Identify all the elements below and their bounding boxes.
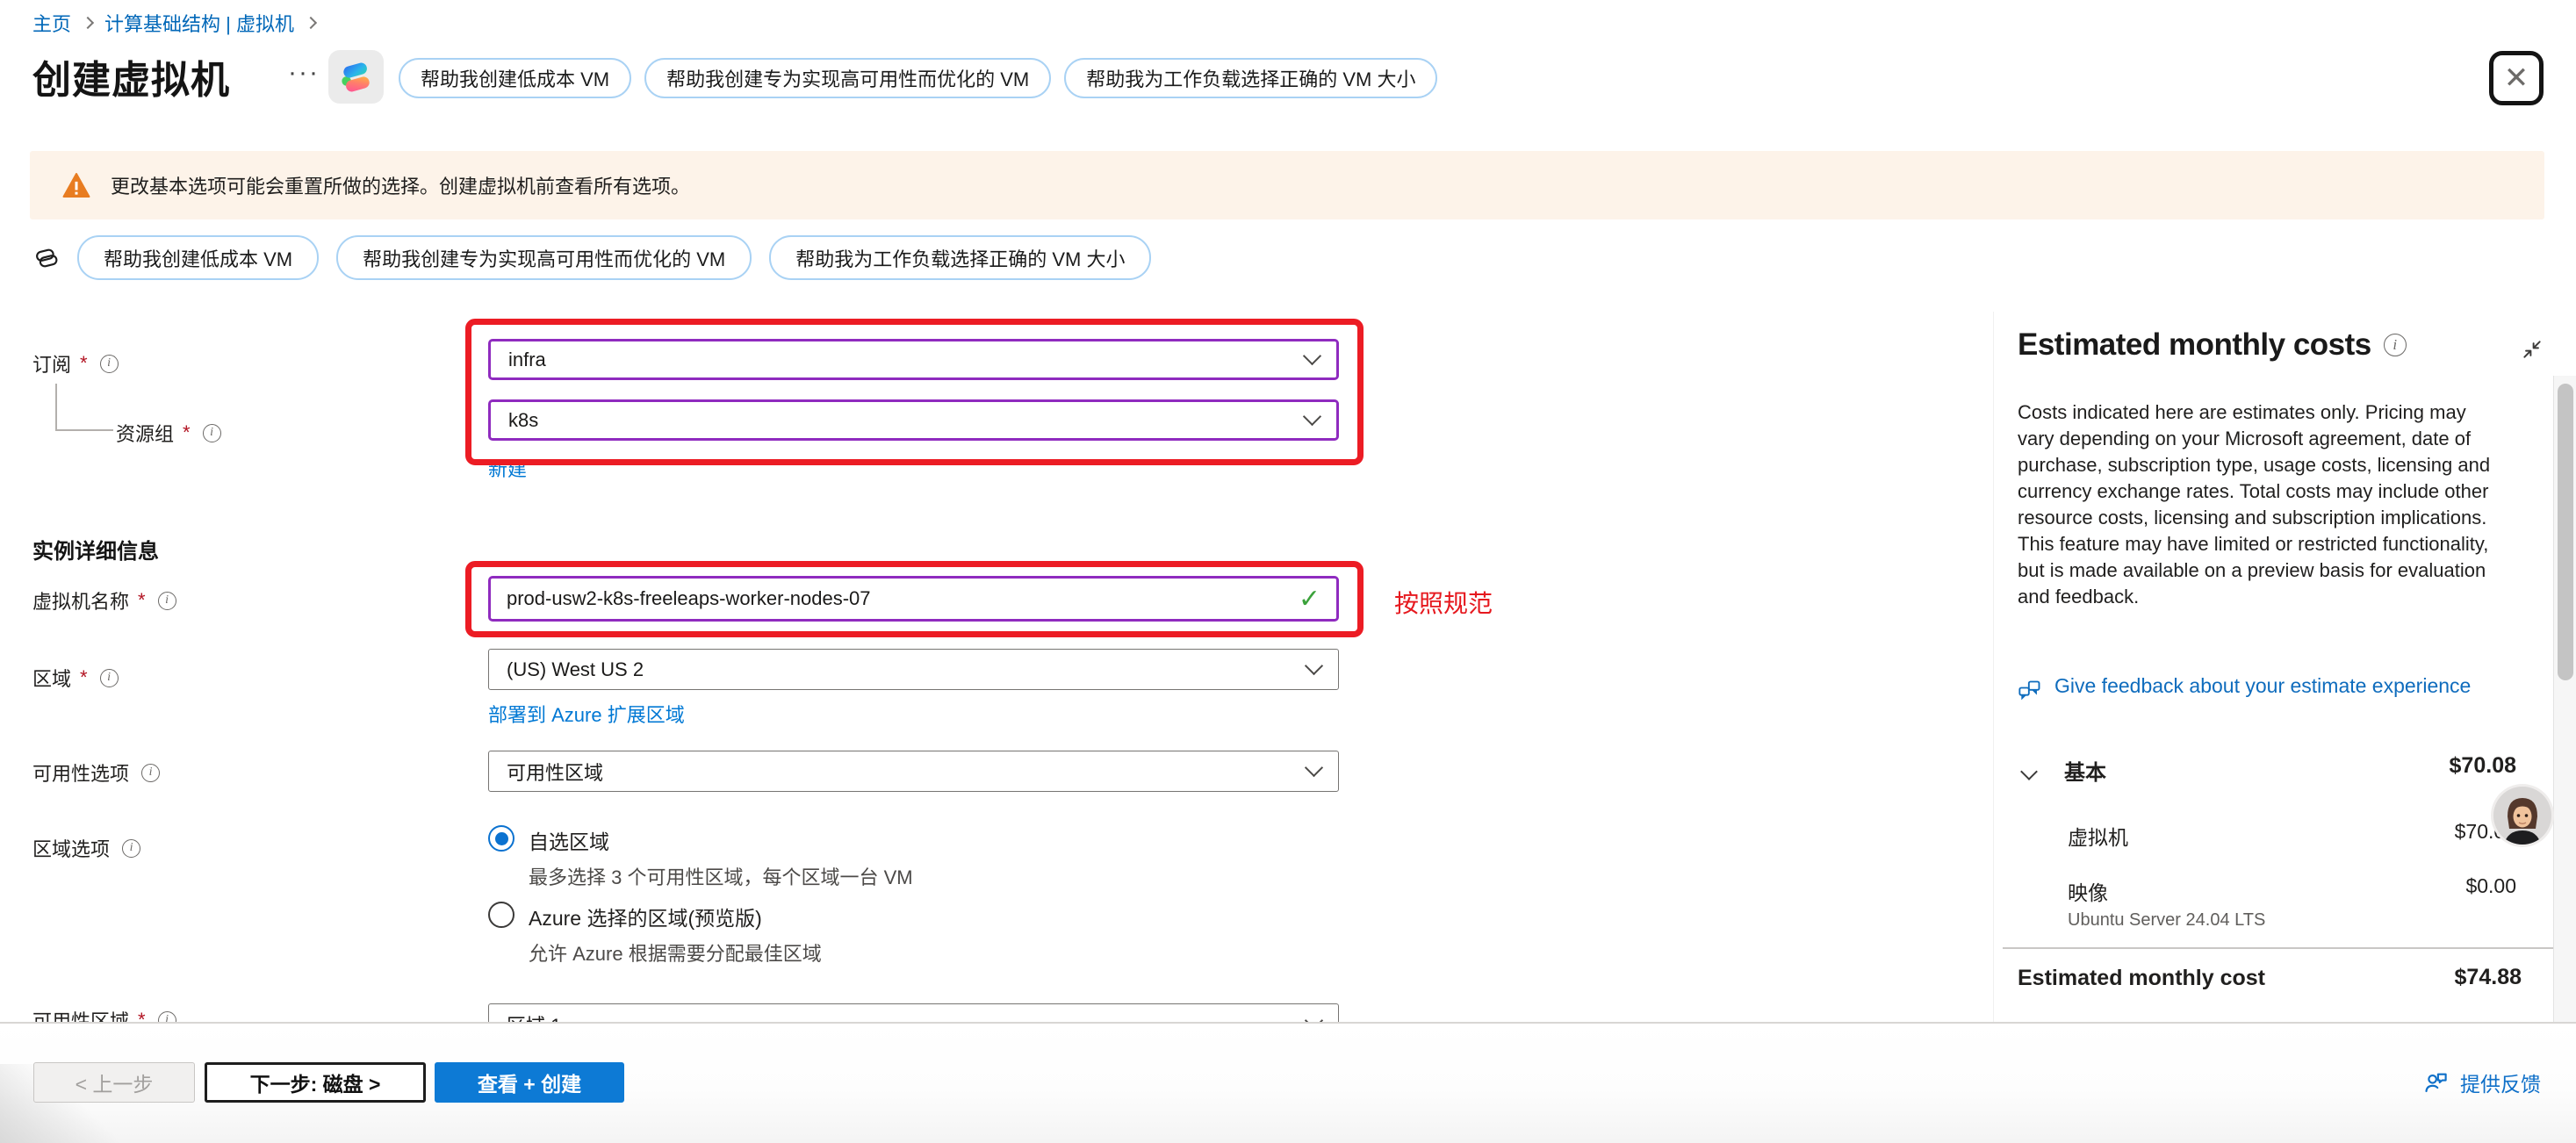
breadcrumb: 主页 计算基础结构 | 虚拟机 — [32, 9, 317, 37]
tree-connector — [55, 384, 57, 430]
radio-label[interactable]: Azure 选择的区域(预览版) — [529, 902, 822, 931]
region-dropdown[interactable]: (US) West US 2 — [488, 649, 1339, 690]
chevron-down-icon — [1303, 407, 1321, 426]
radio-unselected-icon[interactable] — [488, 902, 514, 928]
instance-details-heading: 实例详细信息 — [32, 534, 159, 564]
radio-selected-icon[interactable] — [488, 825, 514, 852]
copilot-button[interactable] — [328, 50, 384, 104]
info-icon[interactable]: i — [122, 839, 140, 858]
cost-item-value: $0.00 — [2465, 874, 2516, 898]
next-step-disks-button[interactable]: 下一步: 磁盘 > — [205, 1062, 426, 1103]
self-selected-zone-option: 自选区域 最多选择 3 个可用性区域，每个区域一台 VM — [488, 825, 913, 890]
total-cost-label: Estimated monthly cost — [2018, 966, 2265, 991]
chevron-right-icon — [305, 17, 317, 29]
copilot-suggestion-row: 帮助我创建低成本 VM 帮助我创建专为实现高可用性而优化的 VM 帮助我为工作负… — [33, 235, 1151, 280]
cost-item-label: 虚拟机 — [2068, 821, 2128, 851]
chevron-down-icon — [1303, 347, 1321, 365]
resource-group-dropdown[interactable]: k8s — [488, 399, 1339, 441]
total-cost-value: $74.88 — [2455, 965, 2522, 990]
chevron-right-icon — [82, 17, 94, 29]
collapse-panel-icon[interactable] — [2521, 338, 2544, 361]
assistant-avatar[interactable] — [2493, 787, 2551, 845]
chevron-down-icon — [1305, 758, 1323, 777]
suggestion-low-cost-button[interactable]: 帮助我创建低成本 VM — [77, 235, 319, 280]
azure-selected-zone-option: Azure 选择的区域(预览版) 允许 Azure 根据需要分配最佳区域 — [488, 902, 822, 967]
radio-description: 允许 Azure 根据需要分配最佳区域 — [529, 938, 822, 967]
footer-bar: < 上一步 下一步: 磁盘 > 查看 + 创建 提供反馈 — [0, 1022, 2576, 1143]
create-new-resource-group-link[interactable]: 新建 — [488, 454, 527, 482]
scrollbar-thumb[interactable] — [2558, 384, 2573, 680]
chevron-down-icon[interactable] — [2020, 763, 2038, 780]
suggestion-high-availability-button[interactable]: 帮助我创建专为实现高可用性而优化的 VM — [644, 58, 1051, 98]
cost-group-value: $70.08 — [2450, 753, 2516, 779]
warning-text: 更改基本选项可能会重置所做的选择。创建虚拟机前查看所有选项。 — [111, 171, 690, 199]
create-vm-page: 主页 计算基础结构 | 虚拟机 创建虚拟机 ··· — [0, 0, 2576, 1143]
info-icon[interactable]: i — [100, 669, 119, 687]
availability-options-label: 可用性选项 i — [32, 758, 160, 787]
resource-group-label: 资源组* i — [116, 419, 221, 447]
info-icon[interactable]: i — [141, 764, 160, 782]
scrollbar-track[interactable] — [2553, 376, 2576, 1022]
suggestion-high-availability-button[interactable]: 帮助我创建专为实现高可用性而优化的 VM — [336, 235, 752, 280]
extended-zones-link[interactable]: 部署到 Azure 扩展区域 — [488, 700, 685, 728]
person-feedback-icon — [2423, 1069, 2450, 1096]
warning-icon — [61, 172, 91, 198]
vm-name-input[interactable]: prod-usw2-k8s-freeleaps-worker-nodes-07 … — [488, 576, 1339, 622]
zone-options-label: 区域选项 i — [32, 834, 140, 862]
suggestion-vm-size-button[interactable]: 帮助我为工作负载选择正确的 VM 大小 — [1064, 58, 1437, 98]
suggestion-low-cost-button[interactable]: 帮助我创建低成本 VM — [399, 58, 631, 98]
page-title: 创建虚拟机 — [32, 48, 230, 104]
cost-panel-title: Estimated monthly costs — [2018, 327, 2371, 363]
subscription-dropdown[interactable]: infra — [488, 339, 1339, 380]
cost-item-label: 映像 — [2068, 876, 2108, 906]
radio-description: 最多选择 3 个可用性区域，每个区域一台 VM — [529, 862, 913, 890]
previous-step-button[interactable]: < 上一步 — [33, 1062, 195, 1103]
availability-options-dropdown[interactable]: 可用性区域 — [488, 751, 1339, 792]
estimated-costs-panel: Estimated monthly costs i Costs indicate… — [1993, 312, 2576, 1022]
copilot-outline-icon — [33, 245, 60, 271]
valid-check-icon: ✓ — [1299, 584, 1320, 615]
chevron-down-icon — [1305, 657, 1323, 675]
estimate-feedback-link[interactable]: Give feedback about your estimate experi… — [2018, 673, 2471, 703]
breadcrumb-section-link[interactable]: 计算基础结构 | 虚拟机 — [104, 9, 294, 37]
annotation-text: 按照规范 — [1394, 585, 1493, 620]
feedback-bubbles-icon — [2018, 679, 2042, 703]
suggestion-vm-size-button[interactable]: 帮助我为工作负载选择正确的 VM 大小 — [769, 235, 1151, 280]
cost-disclaimer-text: Costs indicated here are estimates only.… — [2018, 399, 2506, 610]
cost-item-subtext: Ubuntu Server 24.04 LTS — [2068, 910, 2265, 931]
warning-banner: 更改基本选项可能会重置所做的选择。创建虚拟机前查看所有选项。 — [30, 151, 2544, 219]
info-icon[interactable]: i — [203, 424, 221, 442]
tree-connector — [55, 429, 113, 431]
header-suggestions: 帮助我创建低成本 VM 帮助我创建专为实现高可用性而优化的 VM 帮助我为工作负… — [399, 58, 1437, 98]
breadcrumb-home-link[interactable]: 主页 — [32, 9, 71, 37]
close-button[interactable]: ✕ — [2489, 51, 2544, 105]
close-icon: ✕ — [2504, 61, 2529, 96]
copilot-icon — [338, 59, 375, 96]
subscription-label: 订阅* i — [32, 349, 119, 377]
give-feedback-button[interactable]: 提供反馈 — [2423, 1068, 2541, 1097]
review-create-button[interactable]: 查看 + 创建 — [435, 1062, 624, 1103]
radio-label[interactable]: 自选区域 — [529, 825, 913, 855]
info-icon[interactable]: i — [100, 355, 119, 373]
feedback-label: 提供反馈 — [2460, 1068, 2541, 1097]
feedback-link-text: Give feedback about your estimate experi… — [2054, 673, 2471, 703]
cost-group-label: 基本 — [2064, 755, 2106, 786]
info-icon[interactable]: i — [158, 592, 176, 610]
vm-name-label: 虚拟机名称* i — [32, 586, 176, 615]
divider — [2003, 947, 2556, 949]
info-icon[interactable]: i — [2384, 334, 2407, 356]
region-label: 区域* i — [32, 664, 119, 692]
more-options-button[interactable]: ··· — [288, 58, 320, 88]
